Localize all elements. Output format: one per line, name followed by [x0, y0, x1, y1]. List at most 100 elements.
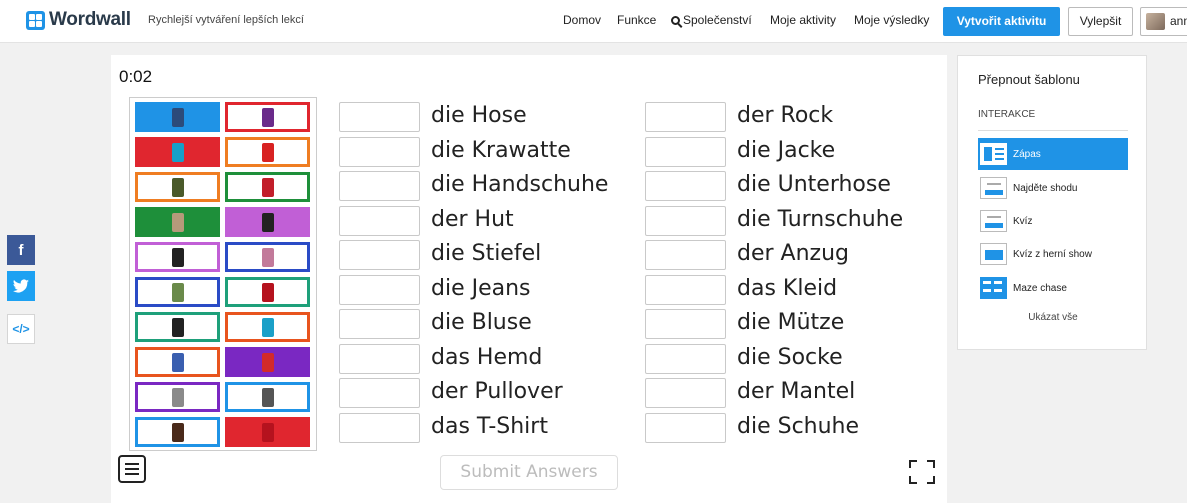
answer-drop-slot[interactable]	[339, 378, 420, 408]
nav-my-results[interactable]: Moje výsledky	[854, 13, 929, 27]
word-label: der Mantel	[737, 379, 856, 404]
word-label: die Bluse	[431, 310, 532, 335]
word-label: die Jeans	[431, 275, 531, 301]
word-label: die Turnschuhe	[737, 206, 904, 232]
clothing-image-tile[interactable]	[135, 417, 220, 447]
nav-my-activities[interactable]: Moje aktivity	[770, 13, 836, 27]
clothing-image-tile[interactable]	[225, 347, 310, 377]
word-label: die Jacke	[737, 137, 836, 163]
clothing-image-tile[interactable]	[135, 102, 220, 132]
facebook-share-button[interactable]: f	[7, 235, 35, 265]
answer-drop-slot[interactable]	[339, 205, 420, 236]
template-label: Najděte shodu	[1013, 182, 1078, 194]
show-all-link[interactable]: Ukázat vše	[978, 312, 1128, 323]
clothing-picture	[261, 387, 274, 407]
user-name: ann	[1170, 14, 1187, 28]
answer-drop-slot[interactable]	[645, 274, 726, 305]
submit-answers-button[interactable]: Submit Answers	[440, 455, 618, 490]
twitter-share-button[interactable]	[7, 271, 35, 301]
logo-icon	[26, 10, 45, 30]
clothing-image-tile[interactable]	[225, 137, 310, 167]
answer-drop-slot[interactable]	[339, 412, 420, 443]
word-label: die Handschuhe	[431, 172, 609, 197]
clothing-image-tile[interactable]	[135, 312, 220, 342]
template-label: Kvíz	[1013, 215, 1033, 227]
word-label: die Krawatte	[431, 137, 571, 163]
find-match-icon	[980, 177, 1007, 199]
clothing-image-tile[interactable]	[225, 242, 310, 272]
clothing-picture	[261, 282, 274, 302]
template-gameshow-quiz[interactable]: Kvíz z herní show	[978, 238, 1128, 270]
menu-button[interactable]	[118, 455, 146, 483]
user-menu[interactable]: ann	[1140, 7, 1187, 36]
answer-drop-slot[interactable]	[645, 136, 726, 167]
word-label: die Socke	[737, 344, 843, 370]
clothing-picture	[261, 247, 274, 267]
clothing-picture	[261, 317, 274, 337]
answer-drop-slot[interactable]	[645, 240, 726, 270]
divider	[978, 130, 1128, 131]
clothing-image-tile[interactable]	[225, 382, 310, 412]
template-maze-chase[interactable]: Maze chase	[978, 272, 1128, 304]
clothing-picture	[261, 107, 274, 127]
clothing-image-tile[interactable]	[225, 172, 310, 202]
answer-drop-slot[interactable]	[645, 309, 726, 339]
clothing-image-tile[interactable]	[135, 382, 220, 412]
template-label: Maze chase	[1013, 282, 1067, 294]
answer-drop-slot[interactable]	[645, 102, 726, 132]
answer-drop-slot[interactable]	[645, 171, 726, 201]
clothing-image-tile[interactable]	[135, 207, 220, 237]
answer-drop-slot[interactable]	[339, 171, 420, 201]
answer-drop-slot[interactable]	[339, 136, 420, 167]
tagline: Rychlejší vytváření lepších lekcí	[148, 14, 304, 26]
embed-button[interactable]: </>	[7, 314, 35, 344]
clothing-image-tile[interactable]	[225, 207, 310, 237]
clothing-picture	[171, 387, 184, 407]
clothing-image-tile[interactable]	[225, 312, 310, 342]
clothing-image-tile[interactable]	[225, 277, 310, 307]
nav-community[interactable]: Společenství	[671, 13, 752, 27]
answer-drop-slot[interactable]	[339, 102, 420, 132]
fullscreen-icon[interactable]	[907, 459, 937, 485]
clothing-image-tile[interactable]	[135, 242, 220, 272]
clothing-picture	[171, 422, 184, 442]
template-quiz[interactable]: Kvíz	[978, 205, 1128, 237]
answer-drop-slot[interactable]	[339, 274, 420, 305]
nav-features[interactable]: Funkce	[617, 13, 656, 27]
gameshow-quiz-icon	[980, 243, 1007, 265]
clothing-image-tile[interactable]	[135, 277, 220, 307]
word-label: das Hemd	[431, 344, 543, 370]
template-match-up[interactable]: Zápas	[978, 138, 1128, 170]
clothing-image-tile[interactable]	[225, 417, 310, 447]
upgrade-button[interactable]: Vylepšit	[1068, 7, 1133, 36]
word-label: die Hose	[431, 103, 527, 128]
answer-drop-slot[interactable]	[339, 343, 420, 374]
clothing-picture	[261, 352, 274, 372]
clothing-picture	[261, 177, 274, 197]
answer-drop-slot[interactable]	[645, 412, 726, 443]
word-label: der Pullover	[431, 379, 563, 404]
clothing-image-tile[interactable]	[225, 102, 310, 132]
clothing-picture	[171, 247, 184, 267]
clothing-image-tile[interactable]	[135, 172, 220, 202]
template-find-match[interactable]: Najděte shodu	[978, 172, 1128, 204]
answer-drop-slot[interactable]	[645, 205, 726, 236]
answer-drop-slot[interactable]	[339, 309, 420, 339]
clothing-picture	[171, 282, 184, 302]
clothing-image-tile[interactable]	[135, 347, 220, 377]
answer-drop-slot[interactable]	[645, 378, 726, 408]
wordwall-logo[interactable]: Wordwall	[26, 9, 131, 31]
answer-drop-slot[interactable]	[339, 240, 420, 270]
word-label: der Hut	[431, 206, 514, 232]
nav-community-label: Společenství	[683, 13, 752, 27]
word-label: die Unterhose	[737, 172, 891, 197]
timer: 0:02	[119, 67, 153, 86]
nav-home[interactable]: Domov	[563, 13, 601, 27]
answer-drop-slot[interactable]	[645, 343, 726, 374]
template-label: Kvíz z herní show	[1013, 248, 1092, 260]
maze-chase-icon	[980, 277, 1007, 299]
clothing-picture	[261, 422, 274, 442]
avatar	[1146, 13, 1165, 30]
create-activity-button[interactable]: Vytvořit aktivitu	[943, 7, 1060, 36]
clothing-image-tile[interactable]	[135, 137, 220, 167]
